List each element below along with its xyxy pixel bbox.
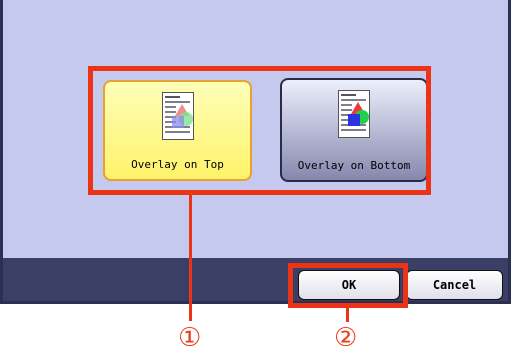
ok-highlight-frame bbox=[288, 263, 408, 308]
callout-number-two: ② bbox=[334, 323, 358, 353]
callout-line-two bbox=[346, 308, 349, 322]
cancel-button[interactable]: Cancel bbox=[406, 270, 503, 300]
callout-line-one bbox=[189, 195, 192, 321]
options-highlight-frame bbox=[88, 66, 431, 195]
cancel-button-label: Cancel bbox=[432, 278, 477, 292]
callout-number-one: ① bbox=[178, 323, 202, 353]
